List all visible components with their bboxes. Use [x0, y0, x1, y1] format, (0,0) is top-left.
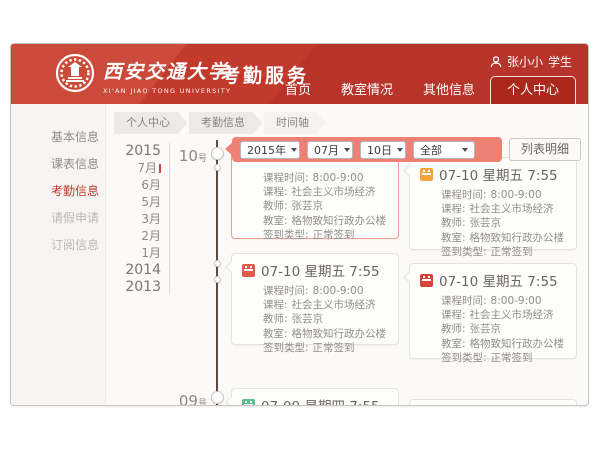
calendar-green-icon [242, 399, 255, 407]
timeline-month-jan[interactable]: 1月 [109, 245, 161, 262]
timeline-node [214, 164, 221, 171]
chevron-down-icon [462, 148, 468, 152]
main-nav: 首页 教室情况 其他信息 个人中心 [270, 76, 584, 104]
header: 西安交通大学 XI'AN JIAO TONG UNIVERSITY 考勤服务 张… [11, 44, 588, 104]
sidebar-item-basic-info[interactable]: 基本信息 [11, 124, 105, 151]
year-month-list: 2015 7月 6月 5月 3月 2月 1月 2014 2013 [109, 143, 161, 296]
calendar-red-icon [420, 274, 433, 287]
timeline-month-jul[interactable]: 7月 [109, 160, 161, 177]
breadcrumb-personal-center[interactable]: 个人中心 [114, 112, 187, 134]
app-window: 西安交通大学 XI'AN JIAO TONG UNIVERSITY 考勤服务 张… [10, 43, 589, 406]
month-select[interactable]: 07月 [307, 141, 353, 159]
day-label-10: 10号 [163, 146, 207, 165]
attendance-card[interactable]: 07-10 星期五 7:55 课程时间:8:00-9:00 课程:社会主义市场经… [409, 263, 577, 359]
timeline-year-2015[interactable]: 2015 [109, 143, 161, 160]
sidebar-item-leave-request[interactable]: 请假申请 [11, 205, 105, 232]
timeline-node [211, 147, 224, 160]
attendance-card[interactable]: 07-10 星期五 7:55 课程时间:8:00-9:00 课程:社会主义市场经… [231, 253, 399, 345]
date-filter-bar: 2015年 07月 10日 全部 [232, 137, 502, 162]
attendance-card[interactable]: 07-10 星期五 7:55 课程时间:8:00-9:00 课程:社会主义市场经… [409, 157, 577, 250]
timeline-month-may[interactable]: 5月 [109, 194, 161, 211]
user-info[interactable]: 张小小 学生 [490, 53, 572, 70]
timeline-axis [216, 140, 218, 405]
breadcrumb-attendance[interactable]: 考勤信息 [189, 112, 262, 134]
calendar-red-orange-icon [242, 264, 255, 277]
year-select[interactable]: 2015年 [240, 141, 300, 159]
university-name-cn: 西安交通大学 [103, 57, 231, 84]
chevron-down-icon [291, 148, 297, 152]
user-role: 学生 [548, 53, 572, 70]
university-name-en: XI'AN JIAO TONG UNIVERSITY [103, 87, 231, 95]
nav-other-info[interactable]: 其他信息 [408, 77, 490, 104]
current-month-marker [159, 164, 161, 173]
user-name: 张小小 [507, 53, 543, 70]
rail-divider [169, 143, 170, 295]
attendance-card[interactable] [409, 399, 577, 406]
sidebar: 基本信息 课表信息 考勤信息 请假申请 订阅信息 [11, 104, 106, 405]
university-logo-icon [55, 53, 95, 93]
chevron-down-icon [344, 148, 350, 152]
timeline-node [214, 276, 221, 283]
university-name: 西安交通大学 XI'AN JIAO TONG UNIVERSITY [103, 57, 231, 95]
nav-classrooms[interactable]: 教室情况 [326, 77, 408, 104]
breadcrumb: 个人中心 考勤信息 时间轴 [114, 112, 328, 134]
timeline-month-mar[interactable]: 3月 [109, 211, 161, 228]
timeline-year-2013[interactable]: 2013 [109, 279, 161, 296]
attendance-card[interactable]: 07-09 星期四 7:55 [231, 388, 399, 406]
type-select[interactable]: 全部 [413, 141, 475, 159]
timeline-node [211, 391, 224, 404]
day-label-09: 09号 [163, 391, 207, 406]
timeline-node [214, 260, 221, 267]
sidebar-item-attendance[interactable]: 考勤信息 [11, 178, 105, 205]
day-select[interactable]: 10日 [360, 141, 406, 159]
timeline-month-feb[interactable]: 2月 [109, 228, 161, 245]
timeline-month-jun[interactable]: 6月 [109, 177, 161, 194]
filter-bar-pointer [225, 142, 233, 156]
calendar-orange-icon [420, 168, 433, 181]
sidebar-item-timetable[interactable]: 课表信息 [11, 151, 105, 178]
chevron-down-icon [397, 148, 403, 152]
breadcrumb-timeline[interactable]: 时间轴 [264, 112, 326, 134]
card-notch [403, 271, 414, 282]
card-notch [225, 261, 236, 272]
nav-personal-center[interactable]: 个人中心 [490, 76, 576, 104]
card-notch [225, 396, 236, 406]
nav-home[interactable]: 首页 [270, 77, 326, 104]
timeline-year-2014[interactable]: 2014 [109, 262, 161, 279]
card-notch [403, 165, 414, 176]
user-icon [490, 56, 502, 68]
list-detail-button[interactable]: 列表明细 [509, 138, 581, 161]
sidebar-item-subscription[interactable]: 订阅信息 [11, 232, 105, 259]
